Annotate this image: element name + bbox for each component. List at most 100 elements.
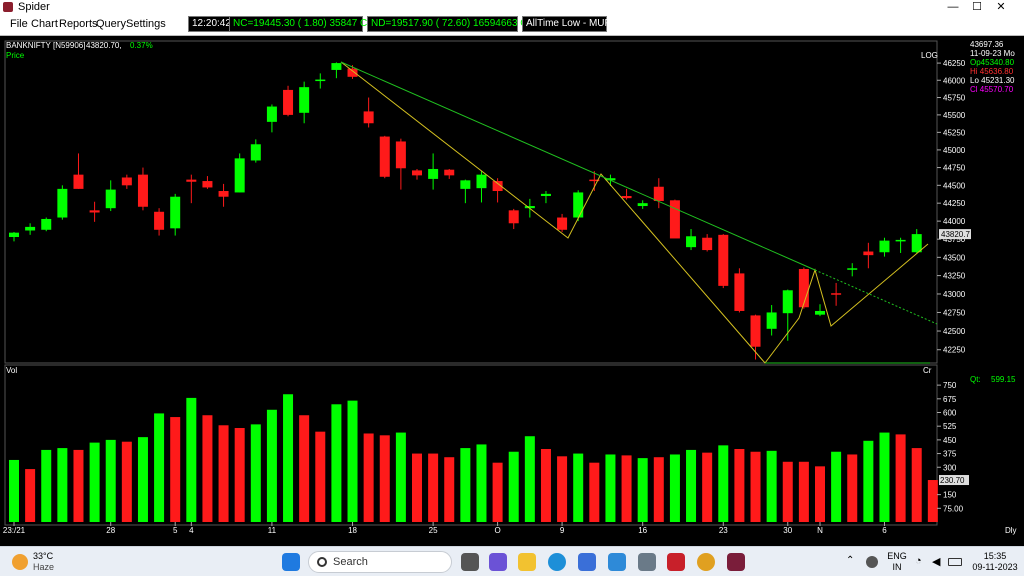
tray-chevron-icon[interactable]: ⌃ — [846, 555, 854, 566]
start-windows-icon[interactable] — [282, 553, 300, 571]
resistance-trendline — [340, 61, 816, 271]
candle-body — [89, 210, 100, 213]
daily-label: Dly — [1005, 526, 1017, 535]
volume-bar — [476, 444, 487, 522]
menu-query[interactable]: Query — [96, 18, 126, 30]
volume-bar — [621, 455, 632, 522]
candle-body — [170, 196, 181, 229]
store-icon[interactable] — [578, 553, 596, 571]
volume-bar — [847, 454, 858, 522]
candle-body — [863, 251, 874, 256]
volume-bar — [798, 461, 809, 522]
candle-body — [9, 232, 19, 238]
candle-body — [412, 170, 422, 176]
volume-bar — [766, 450, 777, 522]
menu-file[interactable]: File — [10, 18, 28, 30]
date-axis-label: 9 — [560, 526, 565, 535]
volume-bar — [57, 448, 68, 522]
volume-bar — [444, 457, 455, 522]
ticker-nc[interactable]: NC=19445.30 ( 1.80) 35847 Cr. — [229, 16, 373, 32]
zigzag-trendline — [340, 61, 929, 364]
weather-icon[interactable] — [12, 554, 28, 570]
symbol-label: BANKNIFTY [N59906] — [6, 41, 85, 50]
candle-body — [911, 234, 922, 253]
tray-app-icon[interactable] — [866, 556, 878, 568]
app-shortcut-icon[interactable] — [608, 553, 626, 571]
spider-app-icon[interactable] — [727, 553, 745, 571]
menu-chart[interactable]: Chart — [31, 18, 58, 30]
candle-body — [734, 273, 745, 311]
mcafee-icon[interactable] — [667, 553, 685, 571]
candle-body — [718, 234, 729, 286]
price-axis-label: 44750 — [943, 164, 966, 173]
ticker-alltime-low[interactable]: AllTime Low - MUFIN — [522, 16, 621, 32]
candle-body — [347, 68, 358, 77]
last-volume-label: 230.70 — [940, 476, 965, 485]
date-axis-label: 23:/21 — [3, 526, 26, 535]
app-logo-icon — [3, 2, 13, 12]
calculator-icon[interactable] — [638, 553, 656, 571]
window-title: Spider — [18, 1, 50, 13]
edge-browser-icon[interactable] — [548, 553, 566, 571]
clock-time[interactable]: 15:35 — [970, 551, 1020, 561]
date-axis-label: 6 — [882, 526, 887, 535]
candle-body — [782, 290, 793, 314]
close-button[interactable]: ✕ — [978, 0, 1024, 14]
volume-icon[interactable]: ◀ — [932, 555, 940, 568]
volume-bar — [573, 453, 584, 522]
volume-bar — [927, 480, 938, 522]
volume-bar — [605, 454, 616, 522]
price-candles-group — [9, 62, 922, 360]
cr-unit-label: Cr — [923, 366, 932, 375]
taskbar-search[interactable]: Search — [308, 551, 452, 573]
weather-desc[interactable]: Haze — [33, 562, 54, 572]
chrome-browser-icon[interactable] — [697, 553, 715, 571]
info-last: 43697.36 — [970, 40, 1004, 49]
menu-settings[interactable]: Settings — [126, 18, 166, 30]
chart-area[interactable]: BANKNIFTY [N59906] 43820.70, 0.37% Price… — [0, 36, 1024, 546]
candle-body — [73, 174, 84, 189]
volume-bar — [137, 437, 148, 522]
volume-bar — [589, 462, 600, 522]
date-axis-label: 11 — [268, 526, 277, 535]
qt-label: Qt: — [970, 375, 981, 384]
volume-bar — [524, 436, 535, 522]
price-axis-label: 42750 — [943, 308, 966, 317]
date-axis-label: 23 — [719, 526, 728, 535]
candle-body — [444, 169, 455, 176]
task-view-icon[interactable] — [461, 553, 479, 571]
meet-icon[interactable] — [489, 553, 507, 571]
price-axis-label: 43000 — [943, 290, 966, 299]
file-explorer-icon[interactable] — [518, 553, 536, 571]
date-axis-label: O — [494, 526, 500, 535]
candle-body — [202, 181, 213, 188]
volume-bar — [540, 449, 551, 522]
candle-body — [186, 179, 197, 182]
price-axis-label: 43250 — [943, 272, 966, 281]
language-bottom[interactable]: IN — [886, 562, 908, 572]
volume-bar — [299, 415, 310, 522]
volume-axis-group: 750 675 600 525 450 375 300 150 75.00 230.70 — [937, 381, 969, 513]
menu-reports[interactable]: Reports — [59, 18, 98, 30]
date-axis-label: 25 — [429, 526, 438, 535]
language-top[interactable]: ENG — [886, 551, 908, 561]
last-price-label: 43820.7 — [941, 230, 970, 239]
battery-icon[interactable] — [948, 558, 962, 566]
info-low: Lo 45231.30 — [970, 76, 1015, 85]
chart-svg[interactable]: BANKNIFTY [N59906] 43820.70, 0.37% Price… — [0, 36, 1024, 546]
price-axis-label: 45750 — [943, 94, 966, 103]
candle-body — [154, 211, 165, 230]
weather-temp[interactable]: 33°C — [33, 551, 53, 561]
info-close: Cl 45570.70 — [970, 85, 1014, 94]
volume-bar — [105, 439, 116, 522]
volume-bar — [9, 459, 19, 522]
clock-date[interactable]: 09-11-2023 — [970, 562, 1020, 572]
price-series-label: Price — [6, 51, 25, 60]
candle-body — [798, 269, 809, 308]
candle-body — [637, 203, 648, 207]
ticker-nd[interactable]: ND=19517.90 ( 72.60) 16594663 Cr. — [367, 16, 533, 32]
candle-body — [57, 188, 68, 218]
candle-body — [669, 200, 680, 239]
volume-bar — [669, 454, 680, 522]
wifi-icon[interactable]: ◔ — [915, 555, 922, 567]
